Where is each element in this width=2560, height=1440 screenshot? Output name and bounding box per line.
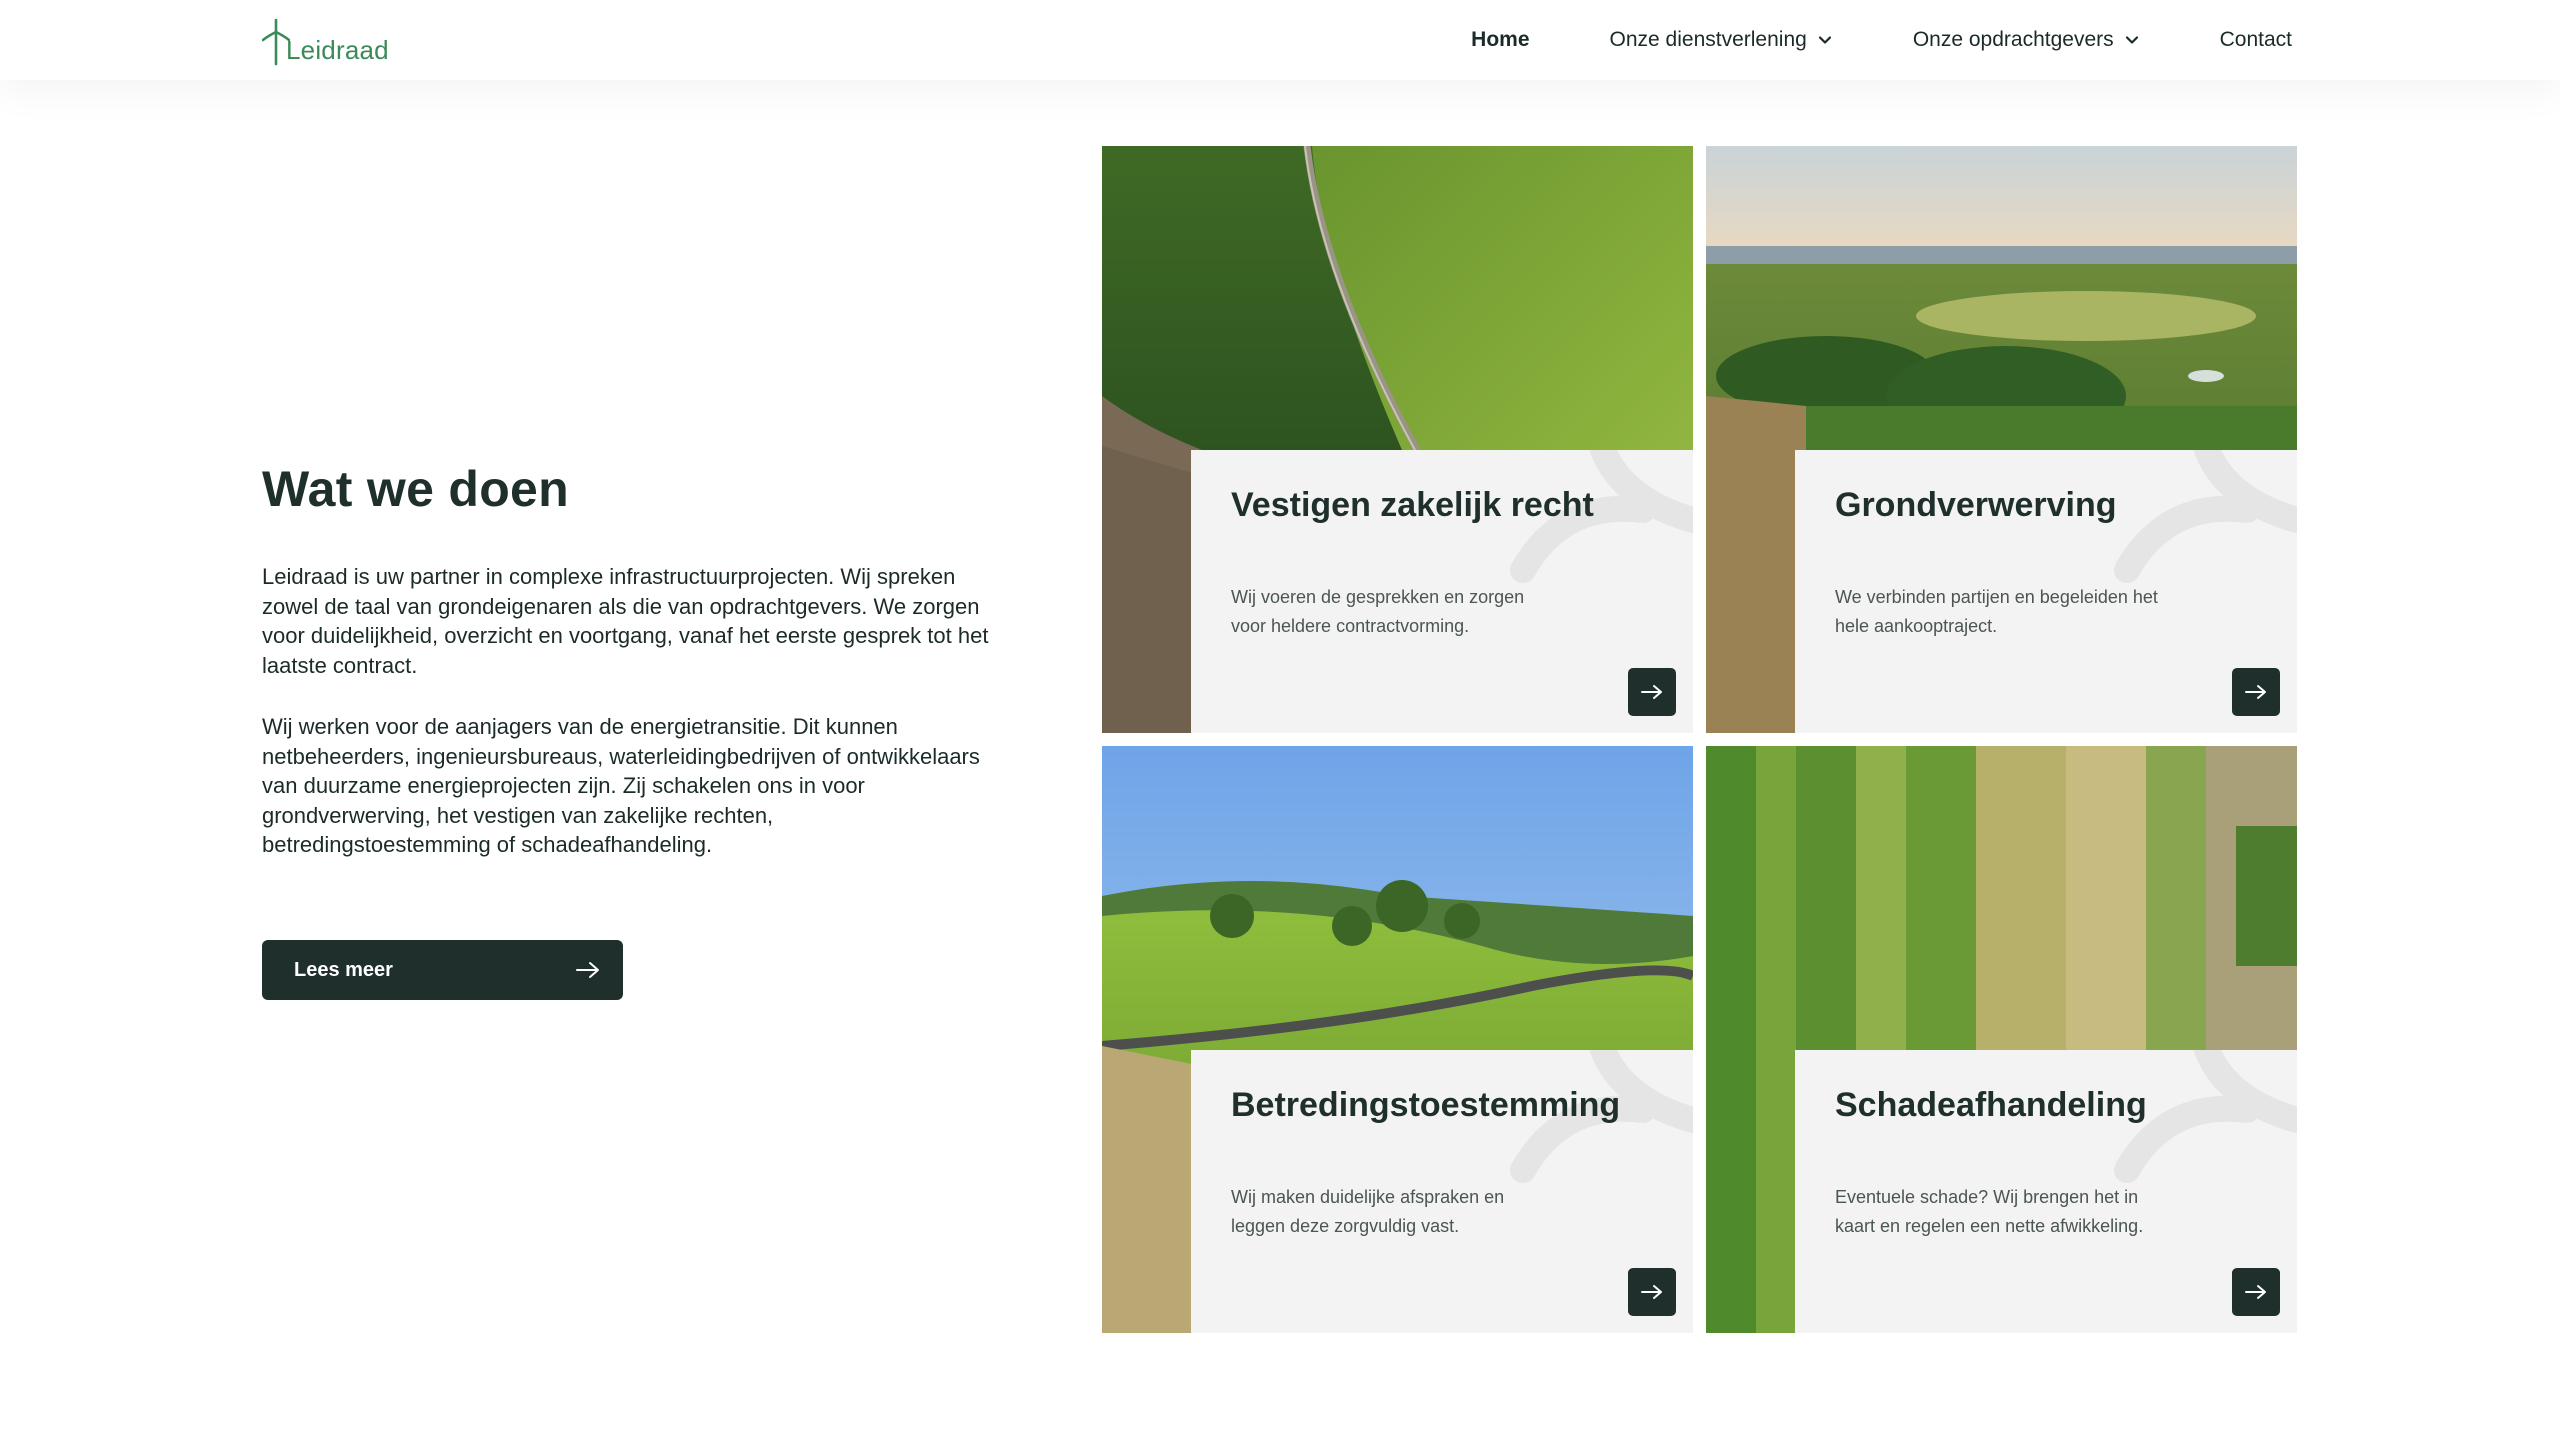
intro-section: Wat we doen Leidraad is uw partner in co… — [262, 460, 992, 892]
service-card[interactable]: Grondverwerving We verbinden partijen en… — [1706, 146, 2297, 733]
nav-item-home[interactable]: Home — [1471, 28, 1529, 52]
arrow-right-icon — [1641, 685, 1662, 699]
card-description: Wij voeren de gesprekken en zorgen voor … — [1231, 587, 1525, 636]
arrow-right-icon — [1641, 1285, 1662, 1299]
card-panel: Vestigen zakelijk recht Wij voeren de ge… — [1191, 450, 1693, 733]
card-arrow-button[interactable] — [1628, 668, 1676, 716]
main-nav: Home Onze dienstverlening Onze opdrachtg… — [1471, 0, 2292, 80]
card-panel: Betredingstoestemming Wij maken duidelij… — [1191, 1050, 1693, 1333]
card-title: Betredingstoestemming — [1231, 1086, 1621, 1124]
card-description: Eventuele schade? Wij brengen het in kaa… — [1835, 1187, 2144, 1236]
nav-item-dienstverlening[interactable]: Onze dienstverlening — [1610, 28, 1833, 52]
card-title: Schadeafhandeling — [1835, 1086, 2147, 1124]
service-card[interactable]: Schadeafhandeling Eventuele schade? Wij … — [1706, 746, 2297, 1333]
nav-label: Onze opdrachtgevers — [1912, 28, 2114, 51]
card-arrow-button[interactable] — [2232, 1268, 2280, 1316]
button-label: Lees meer — [294, 958, 393, 981]
card-description: We verbinden partijen en begeleiden het … — [1835, 587, 2158, 636]
logo-mark-icon — [262, 18, 290, 66]
lees-meer-button[interactable]: Lees meer — [262, 940, 623, 1000]
card-panel: Schadeafhandeling Eventuele schade? Wij … — [1795, 1050, 2297, 1333]
site-header: Leidraad Home Onze dienstverlening Onze … — [0, 0, 2560, 80]
card-title: Grondverwerving — [1835, 486, 2117, 524]
logo[interactable]: Leidraad — [262, 16, 389, 66]
arrow-right-icon — [2245, 685, 2266, 699]
chevron-down-icon — [2125, 36, 2138, 44]
service-card[interactable]: Vestigen zakelijk recht Wij voeren de ge… — [1102, 146, 1693, 733]
nav-label: Contact — [2219, 28, 2292, 51]
intro-paragraph: Wij werken voor de aanjagers van de ener… — [262, 714, 980, 857]
arrow-right-icon — [576, 962, 599, 978]
logo-text: Leidraad — [286, 35, 389, 65]
decorative-swirl-icon — [2114, 450, 2297, 583]
section-heading: Wat we doen — [262, 461, 570, 517]
card-title: Vestigen zakelijk recht — [1231, 486, 1594, 524]
arrow-right-icon — [2245, 1285, 2266, 1299]
chevron-down-icon — [1818, 36, 1831, 44]
card-panel: Grondverwerving We verbinden partijen en… — [1795, 450, 2297, 733]
card-arrow-button[interactable] — [2232, 668, 2280, 716]
nav-label: Onze dienstverlening — [1609, 28, 1807, 51]
nav-label: Home — [1471, 28, 1530, 51]
card-arrow-button[interactable] — [1628, 1268, 1676, 1316]
nav-item-contact[interactable]: Contact — [2220, 28, 2292, 52]
intro-paragraph: Leidraad is uw partner in complexe infra… — [262, 564, 989, 678]
service-card[interactable]: Betredingstoestemming Wij maken duidelij… — [1102, 746, 1693, 1333]
card-description: Wij maken duidelijke afspraken en leggen… — [1231, 1187, 1505, 1236]
nav-item-opdrachtgevers[interactable]: Onze opdrachtgevers — [1913, 28, 2140, 52]
